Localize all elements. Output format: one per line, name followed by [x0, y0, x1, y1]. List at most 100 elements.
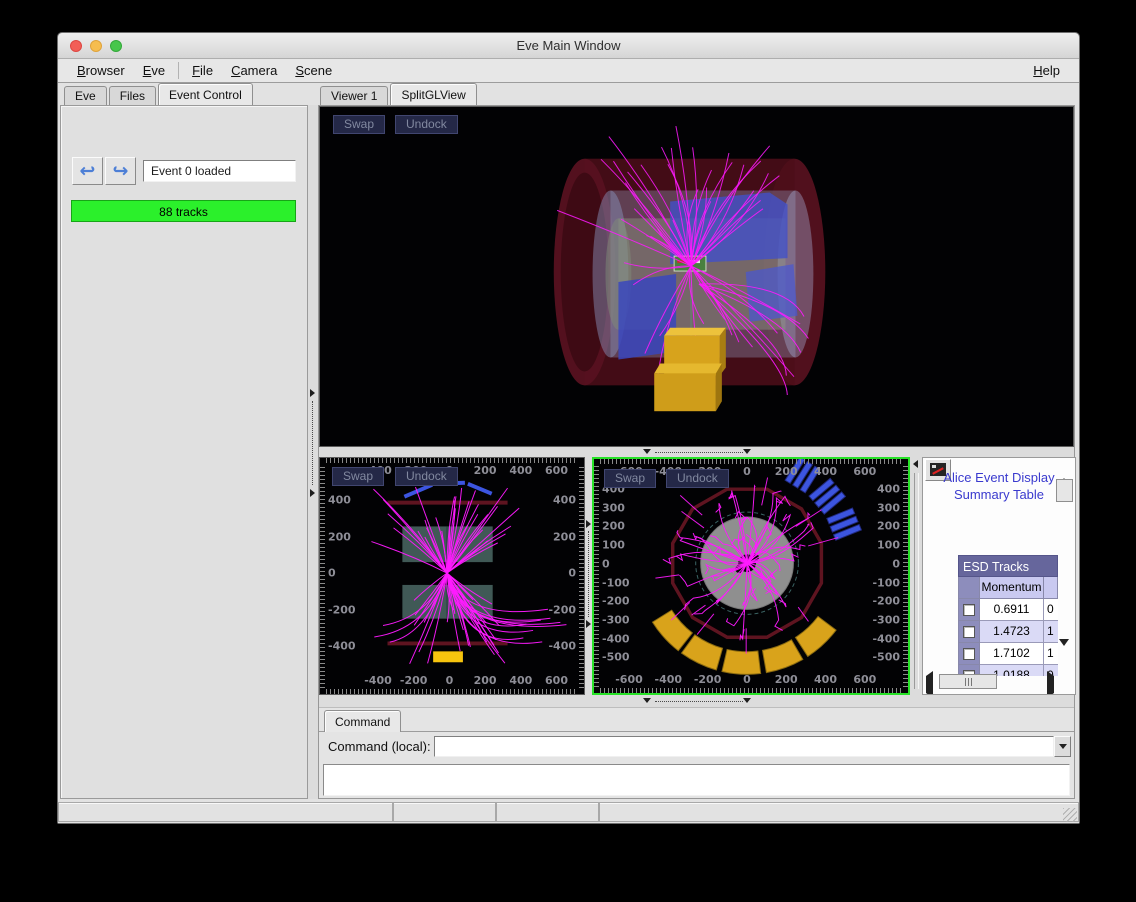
esd-tracks-table: ESD Tracks Momentum 0.6911 0 1.4723 1 [958, 555, 1058, 676]
scroll-up-button[interactable] [1059, 461, 1069, 479]
tab-viewer-1[interactable]: Viewer 1 [320, 86, 388, 105]
command-panel: Command Command (local): [319, 707, 1074, 798]
viewer-tabbar: Viewer 1 SplitGLView [320, 83, 479, 105]
menu-browser[interactable]: Browser [68, 60, 134, 81]
splitter-arrow-icon [743, 698, 751, 703]
sidebar-splitter[interactable] [308, 105, 318, 799]
status-segment [599, 802, 1079, 822]
main-3d-viewer[interactable]: Swap Undock [319, 106, 1074, 447]
splitter-arrow-icon [643, 698, 651, 703]
row-checkbox[interactable] [963, 626, 975, 638]
tab-splitglview[interactable]: SplitGLView [390, 83, 476, 105]
splitter-dots [655, 452, 743, 453]
row-checkbox[interactable] [963, 648, 975, 660]
command-history-dropdown[interactable] [1054, 736, 1071, 757]
momentum-column-header[interactable]: Momentum [980, 577, 1044, 599]
row-checkbox[interactable] [963, 604, 975, 616]
swap-button[interactable]: Swap [333, 115, 385, 134]
undock-button[interactable]: Undock [666, 469, 729, 488]
undock-button[interactable]: Undock [395, 115, 458, 134]
clipped-cell: 1 [1044, 621, 1058, 643]
menu-separator [178, 62, 179, 79]
tracks-count-badge: 88 tracks [71, 200, 296, 222]
splitter-arrow-icon [643, 449, 651, 454]
previous-event-button[interactable]: ↩ [72, 157, 103, 185]
next-event-button[interactable]: ↪ [105, 157, 136, 185]
summary-splitter[interactable] [910, 457, 922, 695]
splitter-arrow-icon [586, 620, 591, 628]
left-arrow-icon [926, 671, 933, 695]
axis-ticks [326, 458, 578, 463]
scroll-right-button[interactable] [1047, 676, 1054, 694]
hscroll-thumb[interactable] [939, 674, 997, 689]
bottom-vsplitter[interactable] [585, 457, 592, 695]
rphi-2d-viewer-selected[interactable]: -600-400-2000200400600 -600-400-20002004… [592, 457, 910, 695]
tab-event-control[interactable]: Event Control [158, 83, 253, 105]
momentum-cell: 0.6911 [980, 599, 1044, 621]
collapse-left-icon [913, 460, 918, 468]
command-input[interactable] [434, 736, 1054, 757]
menu-help[interactable]: Help [1024, 60, 1069, 81]
rhoz-left-axis: 4002000-200-400 [328, 458, 358, 694]
swap-button[interactable]: Swap [332, 467, 384, 486]
rhoz-right-axis: 4002000-200-400 [546, 458, 576, 694]
grip-line [965, 678, 966, 686]
event-control-panel: ↩ ↪ Event 0 loaded 88 tracks [60, 105, 308, 799]
menu-file[interactable]: File [183, 60, 222, 81]
splitter-arrow-icon [310, 389, 315, 397]
titlebar[interactable]: Eve Main Window [58, 33, 1079, 59]
detector-3d-render [320, 107, 1073, 446]
viewer-hsplitter-top[interactable] [319, 447, 1074, 457]
command-label: Command (local): [328, 739, 431, 754]
tab-files[interactable]: Files [109, 86, 156, 105]
checkbox-cell [958, 621, 980, 643]
scroll-left-button[interactable] [926, 676, 933, 694]
tab-command[interactable]: Command [324, 710, 401, 732]
status-segment [393, 802, 496, 822]
clipped-cell: 0 [1044, 599, 1058, 621]
eve-main-window: Eve Main Window Browser Eve File Camera … [57, 32, 1080, 824]
esd-rows: 0.6911 0 1.4723 1 1.7102 1 1.0188 0 [958, 599, 1058, 676]
esd-group-header: ESD Tracks [958, 555, 1058, 577]
axis-ticks [594, 465, 599, 687]
dropdown-arrow-icon [1059, 744, 1067, 749]
axis-ticks [600, 688, 902, 693]
axis-ticks [903, 465, 908, 687]
resize-grip[interactable] [1063, 808, 1077, 822]
groove-line [918, 473, 919, 689]
axis-ticks [326, 689, 578, 694]
splitter-dots [312, 401, 313, 485]
splitglview-panel: Swap Undock [318, 105, 1075, 799]
rphi-render [594, 459, 908, 693]
window-title: Eve Main Window [58, 38, 1079, 53]
axis-ticks [600, 459, 902, 464]
command-output-area[interactable] [323, 764, 1070, 796]
status-segment [496, 802, 599, 822]
table-row: 0.6911 0 [958, 599, 1058, 621]
menu-camera[interactable]: Camera [222, 60, 286, 81]
momentum-cell: 1.7102 [980, 643, 1044, 665]
axis-ticks [320, 464, 325, 688]
scroll-down-button[interactable] [1059, 646, 1069, 664]
summary-title: Alice Event Display Summary Table [933, 469, 1065, 503]
clipped-column-header [1044, 577, 1058, 599]
event-status-field[interactable]: Event 0 loaded [143, 160, 296, 182]
select-column-header [958, 577, 980, 599]
menu-eve[interactable]: Eve [134, 60, 174, 81]
splitter-dots [655, 701, 743, 702]
menu-scene[interactable]: Scene [286, 60, 341, 81]
rhoz-2d-viewer[interactable]: -400-2000200400600 -400-2000200400600 40… [319, 457, 585, 695]
splitter-arrow-icon [586, 520, 591, 528]
momentum-cell: 1.4723 [980, 621, 1044, 643]
table-row: 1.4723 1 [958, 621, 1058, 643]
swap-button[interactable]: Swap [604, 469, 656, 488]
table-row: 1.7102 1 [958, 643, 1058, 665]
tab-eve[interactable]: Eve [64, 86, 107, 105]
down-arrow-icon [1059, 639, 1069, 663]
tab-underline [319, 731, 1074, 732]
viewer-hsplitter-bottom[interactable] [319, 695, 1074, 707]
esd-column-headers: Momentum [958, 577, 1058, 599]
vscroll-thumb[interactable] [1056, 479, 1073, 502]
clipped-cell: 1 [1044, 643, 1058, 665]
undock-button[interactable]: Undock [395, 467, 458, 486]
